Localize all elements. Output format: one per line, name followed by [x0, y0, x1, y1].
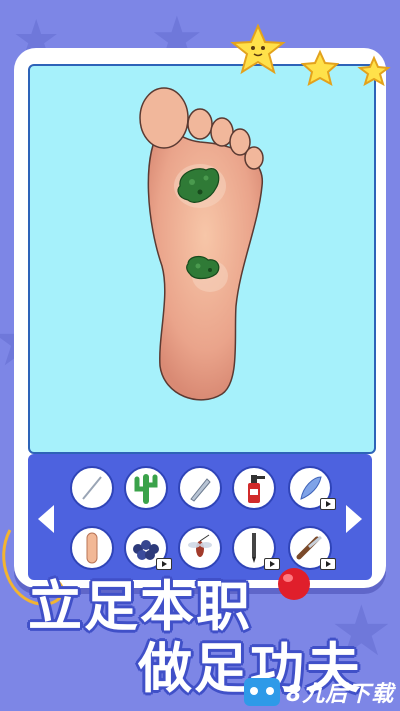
tool-tweezers[interactable] [178, 466, 222, 510]
spray-bottle-icon [248, 475, 265, 503]
star-icon [230, 23, 286, 75]
finger-icon [86, 532, 98, 564]
star-icon [357, 55, 391, 87]
tool-spray-bottle[interactable] [232, 466, 276, 510]
tweezers-icon [190, 478, 211, 502]
arrow-right-icon[interactable] [346, 505, 362, 533]
cactus-icon [134, 474, 158, 504]
video-ad-icon [320, 498, 336, 510]
foot-illustration [139, 87, 264, 401]
tool-feather[interactable] [288, 466, 336, 510]
play-area [28, 64, 376, 454]
robot-logo-icon [244, 678, 280, 706]
foot [139, 87, 264, 401]
needle-icon [82, 476, 102, 500]
mosquito-icon [188, 534, 212, 557]
watermark: 8九后下载 [244, 676, 394, 708]
tool-cactus[interactable] [124, 466, 168, 510]
tool-needle[interactable] [70, 466, 114, 510]
star-icon [300, 49, 340, 86]
star-rating [228, 22, 398, 92]
video-ad-icon [320, 558, 336, 570]
watermark-text: 8九后下载 [286, 682, 395, 707]
blood-drop-icon [278, 568, 310, 600]
wart[interactable] [186, 255, 220, 280]
